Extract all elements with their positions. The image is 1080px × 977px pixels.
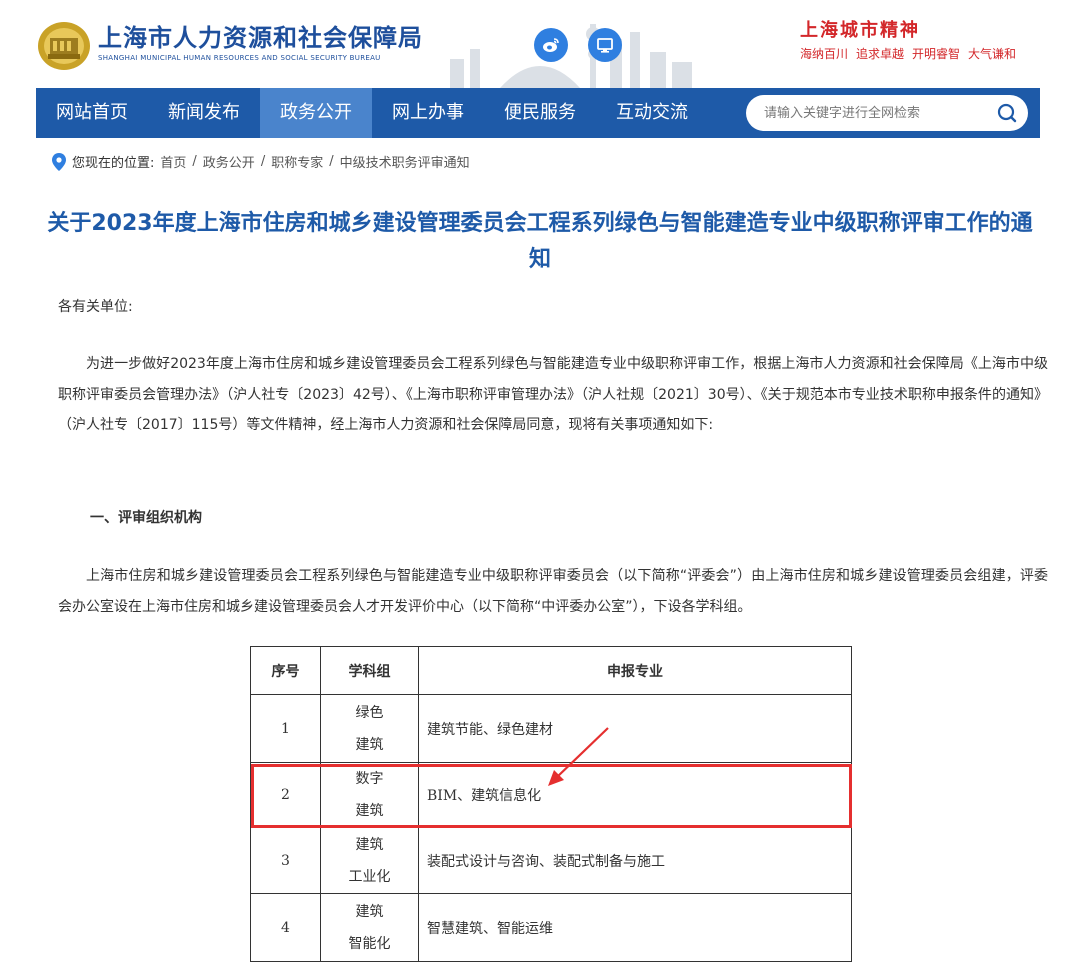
search-box [746, 95, 1028, 131]
table-header-specialty: 申报专业 [418, 646, 852, 695]
article-salutation: 各有关单位: [58, 299, 133, 315]
nav-item-interaction[interactable]: 互动交流 [596, 88, 708, 138]
row-group: 建筑 工业化 [320, 827, 419, 894]
table-row: 3 建筑 工业化 装配式设计与咨询、装配式制备与施工 [250, 827, 852, 894]
row-number: 4 [250, 893, 321, 962]
article-paragraph: 为进一步做好2023年度上海市住房和城乡建设管理委员会工程系列绿色与智能建造专业… [58, 356, 1048, 433]
desktop-icon [597, 38, 613, 53]
nav-item-online-services[interactable]: 网上办事 [372, 88, 484, 138]
weibo-icon [543, 38, 559, 52]
desktop-button[interactable] [588, 28, 622, 62]
spirit-word: 大气谦和 [968, 47, 1017, 61]
weibo-button[interactable] [534, 28, 568, 62]
row-group-line: 智能化 [348, 935, 391, 952]
breadcrumb-separator: / [329, 154, 334, 169]
annotation-arrow-icon [548, 727, 609, 786]
nav-item-government-affairs[interactable]: 政务公开 [260, 88, 372, 138]
row-group-line: 绿色 [355, 704, 384, 721]
row-number: 1 [250, 694, 321, 763]
table-header-group: 学科组 [320, 646, 419, 695]
city-skyline-decoration [450, 24, 692, 88]
row-number: 3 [250, 827, 321, 894]
row-specialty: 装配式设计与咨询、装配式制备与施工 [418, 827, 852, 894]
breadcrumb-separator: / [192, 154, 197, 169]
breadcrumb: 您现在的位置: 首页 / 政务公开 / 职称专家 / 中级技术职务评审通知 [52, 152, 470, 171]
breadcrumb-title-experts[interactable]: 职称专家 [271, 152, 323, 171]
spirit-word: 开明睿智 [912, 47, 961, 61]
breadcrumb-government-affairs[interactable]: 政务公开 [203, 152, 255, 171]
row-group-line: 工业化 [348, 868, 391, 885]
row-group: 建筑 智能化 [320, 893, 419, 962]
row-group-line: 建筑 [355, 836, 384, 853]
breadcrumb-prefix: 您现在的位置: [72, 156, 155, 171]
bureau-logo[interactable] [36, 16, 92, 72]
city-spirit-title: 上海城市精神 [800, 20, 920, 41]
site-subtitle: SHANGHAI MUNICIPAL HUMAN RESOURCES AND S… [98, 54, 381, 62]
spirit-word: 追求卓越 [856, 47, 905, 61]
nav-item-home[interactable]: 网站首页 [36, 88, 148, 138]
row-group: 绿色 建筑 [320, 694, 419, 763]
row-group-line: 建筑 [355, 736, 384, 753]
breadcrumb-current[interactable]: 中级技术职务评审通知 [340, 152, 470, 171]
nav-item-news[interactable]: 新闻发布 [148, 88, 260, 138]
row-group-line: 建筑 [355, 903, 384, 920]
breadcrumb-home[interactable]: 首页 [160, 152, 186, 171]
table-row: 4 建筑 智能化 智慧建筑、智能运维 [250, 893, 852, 962]
spirit-word: 海纳百川 [800, 47, 849, 61]
article-title: 关于2023年度上海市住房和城乡建设管理委员会工程系列绿色与智能建造专业中级职称… [47, 211, 1033, 272]
search-input[interactable] [764, 102, 984, 124]
table-header-number: 序号 [250, 646, 321, 695]
city-spirit-words: 海纳百川 追求卓越 开明睿智 大气谦和 [800, 45, 1016, 62]
article-paragraph: 上海市住房和城乡建设管理委员会工程系列绿色与智能建造专业中级职称评审委员会（以下… [58, 568, 1048, 615]
search-icon[interactable] [996, 102, 1018, 124]
breadcrumb-separator: / [260, 154, 266, 169]
location-pin-icon [52, 152, 66, 171]
section-heading: 一、评审组织机构 [90, 510, 202, 526]
site-header: 上海市人力资源和社会保障局 SHANGHAI MUNICIPAL HUMAN R… [0, 0, 1080, 88]
site-title[interactable]: 上海市人力资源和社会保障局 [98, 18, 423, 53]
row-specialty: 智慧建筑、智能运维 [418, 893, 852, 962]
nav-item-public-services[interactable]: 便民服务 [484, 88, 596, 138]
main-nav: 网站首页 新闻发布 政务公开 网上办事 便民服务 互动交流 [36, 88, 1040, 138]
row-specialty: 建筑节能、绿色建材 [418, 694, 852, 763]
